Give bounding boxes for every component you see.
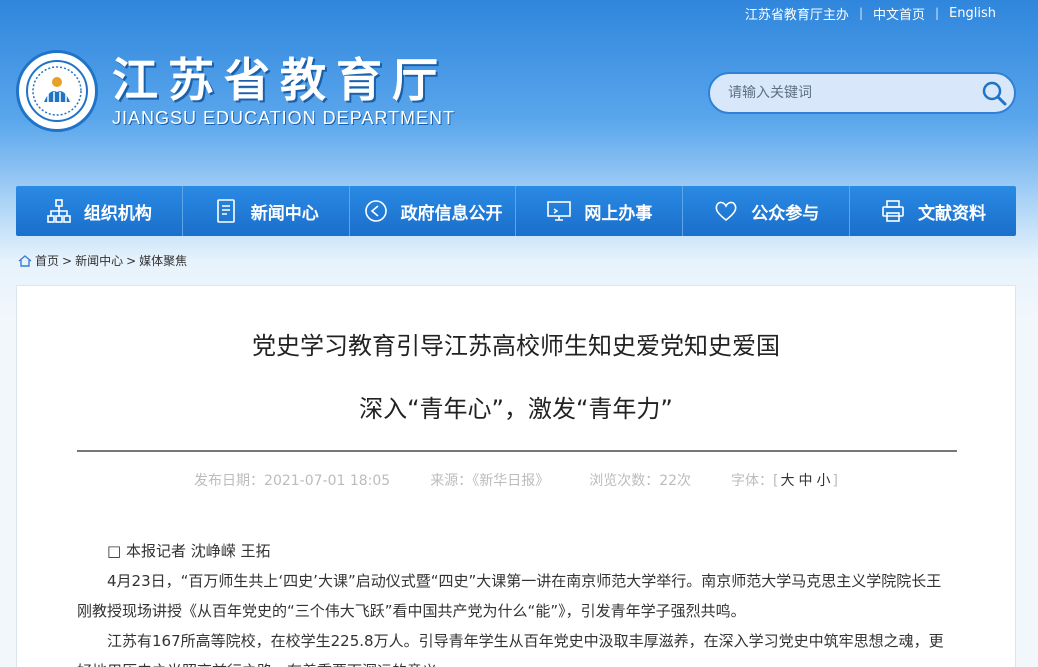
emblem-icon: [16, 50, 98, 132]
title-divider: [77, 450, 957, 452]
view-count: 浏览次数：22次: [589, 473, 692, 489]
nav-item-online-service[interactable]: 网上办事: [516, 186, 684, 236]
nav-label: 文献资料: [918, 203, 987, 224]
nav-item-news[interactable]: 新闻中心: [183, 186, 350, 236]
nav-label: 政府信息公开: [400, 203, 503, 224]
font-size-label: 字体：: [731, 473, 774, 489]
home-icon: [18, 254, 32, 267]
heart-icon: [715, 201, 737, 222]
english-link[interactable]: English: [939, 6, 1006, 21]
breadcrumb-home[interactable]: 首页: [35, 252, 59, 269]
article-meta: 发布日期：2021-07-01 18:05 来源：《新华日报》 浏览次数：22次…: [17, 470, 1015, 490]
article-title: 党史学习教育引导江苏高校师生知史爱党知史爱国: [252, 332, 780, 360]
home-chinese-link[interactable]: 中文首页: [863, 4, 935, 23]
top-links-bar: 江苏省教育厅主办 | 中文首页 | English: [735, 0, 1038, 26]
main-nav: 组织机构 新闻中心 政府信息公开 网上办事 公众参与 文献资料: [16, 186, 1016, 236]
article-subtitle: 深入“青年心”，激发“青年力”: [359, 395, 673, 423]
search-icon[interactable]: [974, 74, 1014, 112]
font-small-button[interactable]: 小: [817, 473, 831, 489]
monitor-icon: [547, 201, 572, 221]
site-title-cn: 江苏省教育厅: [112, 53, 448, 107]
nav-item-organization[interactable]: 组织机构: [16, 186, 183, 236]
site-logo[interactable]: 江苏省教育厅 JIANGSU EDUCATION DEPARTMENT: [16, 50, 455, 132]
font-medium-button[interactable]: 中: [799, 473, 813, 489]
publish-date: 发布日期：2021-07-01 18:05: [194, 473, 391, 489]
breadcrumb-news[interactable]: 新闻中心: [75, 252, 123, 269]
breadcrumb: 首页 > 新闻中心 > 媒体聚焦: [18, 252, 187, 269]
nav-item-public-participation[interactable]: 公众参与: [683, 186, 851, 236]
breadcrumb-separator: >: [126, 253, 137, 268]
printer-icon: [882, 200, 904, 222]
nav-label: 新闻中心: [250, 203, 319, 224]
search-input[interactable]: [728, 85, 974, 101]
document-icon: [216, 199, 235, 223]
nav-label: 公众参与: [751, 203, 820, 224]
nav-item-gov-info[interactable]: 政府信息公开: [350, 186, 517, 236]
article-paragraph: 江苏有167所高等院校，在校学生225.8万人。引导青年学生从百年党史中汲取丰厚…: [77, 632, 944, 667]
org-chart-icon: [47, 199, 71, 223]
article-source: 来源：《新华日报》: [430, 473, 550, 489]
article-paragraph: □ 本报记者 沈峥嵘 王拓: [107, 542, 271, 560]
article-body: □ 本报记者 沈峥嵘 王拓 4月23日，“百万师生共上‘四史’大课”启动仪式暨“…: [77, 536, 955, 667]
article-panel: 党史学习教育引导江苏高校师生知史爱党知史爱国 深入“青年心”，激发“青年力” 发…: [16, 285, 1016, 667]
breadcrumb-current[interactable]: 媒体聚焦: [139, 252, 187, 269]
nav-label: 组织机构: [83, 203, 152, 224]
nav-item-documents[interactable]: 文献资料: [850, 186, 1016, 236]
article-paragraph: 4月23日，“百万师生共上‘四史’大课”启动仪式暨“四史”大课第一讲在南京师范大…: [77, 572, 942, 620]
breadcrumb-separator: >: [62, 253, 73, 268]
sponsor-link[interactable]: 江苏省教育厅主办: [735, 4, 859, 23]
nav-label: 网上办事: [584, 203, 653, 224]
search-box: [708, 72, 1016, 114]
megaphone-icon: [364, 200, 387, 222]
font-size-control: 字体：[大中小]: [731, 473, 838, 489]
font-large-button[interactable]: 大: [781, 473, 795, 489]
site-title-en: JIANGSU EDUCATION DEPARTMENT: [112, 108, 456, 128]
